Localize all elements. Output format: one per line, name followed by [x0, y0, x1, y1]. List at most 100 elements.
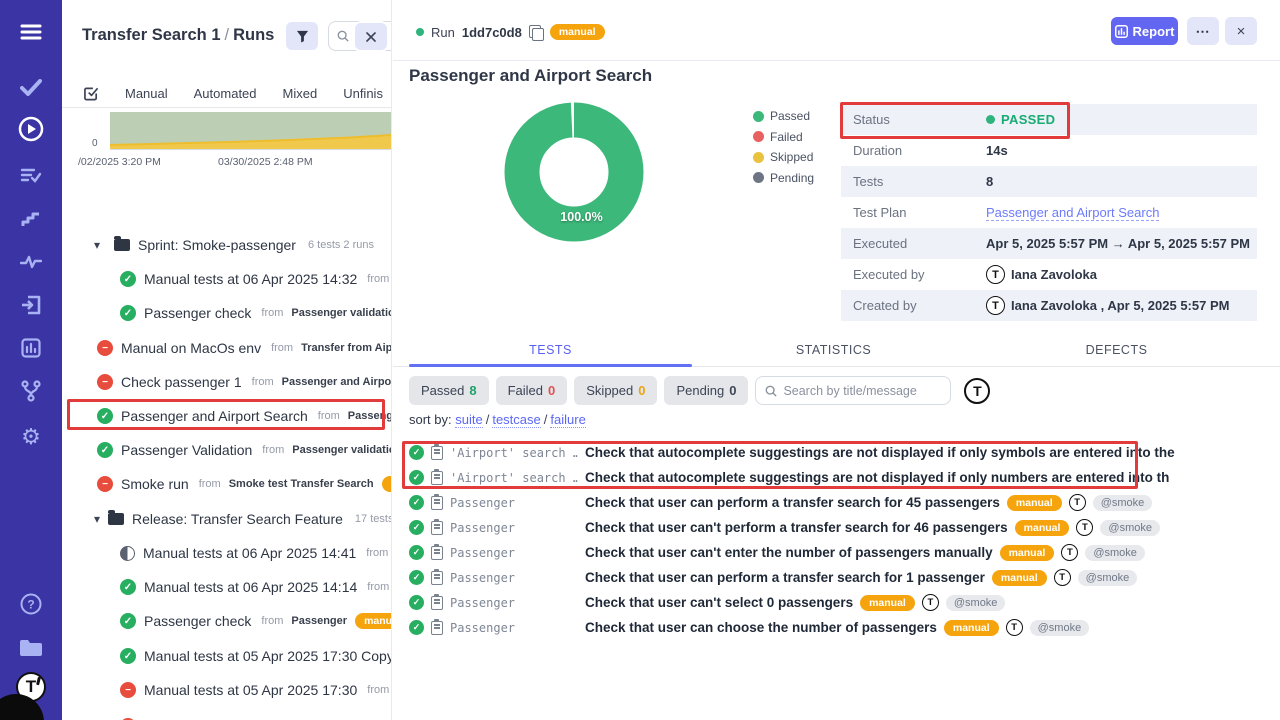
testcase-icon: [431, 521, 443, 535]
activity-icon[interactable]: [0, 247, 62, 277]
test-row[interactable]: ✓ Passenger Check that user can perform …: [409, 490, 1280, 515]
test-plan-link[interactable]: Passenger and Airport Search: [986, 205, 1159, 221]
legend-dot-passed: [753, 111, 764, 122]
filter-pending-chip[interactable]: Pending0: [664, 376, 748, 405]
tab-defects[interactable]: DEFECTS: [975, 338, 1258, 366]
inprogress-icon: [120, 546, 135, 561]
close-run-button[interactable]: ×: [1225, 17, 1257, 45]
chevron-down-icon[interactable]: ▾: [94, 238, 106, 252]
legend-label: Failed: [770, 130, 803, 144]
tree-run-partial[interactable]: − Manual tests at 06 Apr 2025 14:40: [62, 713, 392, 720]
run-title: Manual tests at 06 Apr 2025 14:41: [143, 545, 356, 561]
run-title: Manual on MacOs env: [121, 340, 261, 356]
manual-badge: manual: [944, 620, 999, 636]
run-status-dot: [416, 28, 424, 36]
help-icon[interactable]: ?: [0, 589, 62, 619]
filter-passed-chip[interactable]: Passed8: [409, 376, 489, 405]
test-row[interactable]: ✓ Passenger Check that user can't enter …: [409, 540, 1280, 565]
run-detail: Run 1dd7c0d8 manual Report ⋯ × Passenger…: [393, 0, 1280, 720]
plans-icon[interactable]: [0, 160, 62, 190]
passed-icon: ✓: [120, 613, 136, 629]
legend-failed: Failed: [753, 130, 814, 144]
copy-icon[interactable]: [529, 25, 543, 39]
steps-icon[interactable]: [0, 204, 62, 234]
summary-label: Duration: [841, 143, 986, 158]
test-row[interactable]: ✓ 'Airport' search … Check that autocomp…: [409, 440, 1280, 465]
tree-run[interactable]: ✓ Passenger Validation from Passenger va…: [62, 437, 392, 463]
test-suite: Passenger: [450, 596, 578, 610]
results-donut-chart: [501, 97, 647, 247]
tree-run[interactable]: Manual tests at 06 Apr 2025 14:41 from T…: [62, 540, 392, 566]
test-row[interactable]: ✓ 'Airport' search … Check that autocomp…: [409, 465, 1280, 490]
projects-folder-icon[interactable]: [0, 632, 62, 662]
testcase-icon: [431, 621, 443, 635]
panel-close-button[interactable]: [355, 23, 387, 50]
manual-badge: manual: [1000, 545, 1055, 561]
settings-gear-icon[interactable]: ⚙: [0, 422, 62, 452]
report-button[interactable]: Report: [1111, 17, 1178, 45]
passed-icon: ✓: [409, 445, 424, 460]
user-avatar: T: [922, 594, 939, 611]
user-avatar: T: [1061, 544, 1078, 561]
tree-run-selected[interactable]: ✓ Passenger and Airport Search from Pass…: [62, 403, 392, 429]
user-avatar: T: [986, 296, 1005, 315]
folder-meta: 17 tests 5: [355, 513, 392, 525]
tests-icon[interactable]: [0, 72, 62, 102]
run-title: Passenger check: [144, 613, 251, 629]
menu-icon[interactable]: [0, 17, 62, 47]
user-avatar: T: [986, 265, 1005, 284]
manual-badge: manual: [860, 595, 915, 611]
legend-label: Pending: [770, 171, 814, 185]
folder-title: Sprint: Smoke-passenger: [138, 237, 296, 253]
tree-run[interactable]: − Smoke run from Smoke test Transfer Sea…: [62, 471, 392, 497]
tree-run[interactable]: ✓ Passenger check from Passenger manual …: [62, 608, 392, 634]
tree-run[interactable]: − Check passenger 1 from Passenger and A…: [62, 369, 392, 395]
passed-icon: ✓: [409, 470, 424, 485]
summary-row-duration: Duration 14s: [841, 135, 1257, 166]
legend-pending: Pending: [753, 171, 814, 185]
passed-icon: ✓: [409, 620, 424, 635]
smoke-tag: @smoke: [1100, 520, 1160, 536]
test-title: Check that user can't select 0 passenger…: [585, 595, 853, 610]
tree-folder[interactable]: ▾ Release: Transfer Search Feature 17 te…: [62, 506, 392, 532]
passed-icon: ✓: [120, 305, 136, 321]
tree-run[interactable]: ✓ Manual tests at 06 Apr 2025 14:14 from…: [62, 574, 392, 600]
tree-run[interactable]: − Manual on MacOs env from Transfer from…: [62, 335, 392, 361]
sort-by-suite-link[interactable]: suite: [455, 412, 482, 428]
tree-folder[interactable]: ▾ Sprint: Smoke-passenger 6 tests 2 runs: [62, 232, 392, 258]
tests-search-input[interactable]: [783, 384, 933, 398]
test-row[interactable]: ✓ Passenger Check that user can choose t…: [409, 615, 1280, 640]
testcase-icon: [431, 471, 443, 485]
chevron-down-icon[interactable]: ▾: [94, 512, 100, 526]
filter-skipped-chip[interactable]: Skipped0: [574, 376, 657, 405]
chip-count: 8: [469, 383, 476, 398]
branch-icon[interactable]: [0, 376, 62, 406]
tree-run[interactable]: ✓ Manual tests at 06 Apr 2025 14:32 from…: [62, 266, 392, 292]
tree-run[interactable]: ✓ Passenger check from Passenger validat…: [62, 300, 392, 326]
test-row[interactable]: ✓ Passenger Check that user can't select…: [409, 590, 1280, 615]
from-label: from: [261, 615, 283, 627]
runs-icon[interactable]: [0, 114, 62, 144]
test-row[interactable]: ✓ Passenger Check that user can't perfor…: [409, 515, 1280, 540]
sort-by-testcase-link[interactable]: testcase: [492, 412, 540, 428]
tests-search: [755, 376, 951, 405]
tree-run[interactable]: − Manual tests at 05 Apr 2025 17:30 from…: [62, 677, 392, 703]
sidebar: ⚙ ? T: [0, 0, 62, 720]
assignee-filter-avatar[interactable]: T: [964, 378, 990, 404]
passed-icon: ✓: [120, 271, 136, 287]
sort-by-failure-link[interactable]: failure: [550, 412, 585, 428]
test-row[interactable]: ✓ Passenger Check that user can perform …: [409, 565, 1280, 590]
from-label: from: [199, 478, 221, 490]
testcase-icon: [431, 446, 443, 460]
passed-icon: ✓: [409, 545, 424, 560]
testcase-icon: [431, 546, 443, 560]
more-actions-button[interactable]: ⋯: [1187, 17, 1219, 45]
run-title: Manual tests at 06 Apr 2025 14:14: [144, 579, 357, 595]
tree-run[interactable]: ✓ Manual tests at 05 Apr 2025 17:30 Copy…: [62, 643, 392, 669]
import-icon[interactable]: [0, 290, 62, 320]
analytics-icon[interactable]: [0, 333, 62, 363]
summary-row-executed-by: Executed by TIana Zavoloka: [841, 259, 1257, 290]
tab-tests[interactable]: TESTS: [409, 338, 692, 366]
filter-failed-chip[interactable]: Failed0: [496, 376, 568, 405]
tab-statistics[interactable]: STATISTICS: [692, 338, 975, 366]
